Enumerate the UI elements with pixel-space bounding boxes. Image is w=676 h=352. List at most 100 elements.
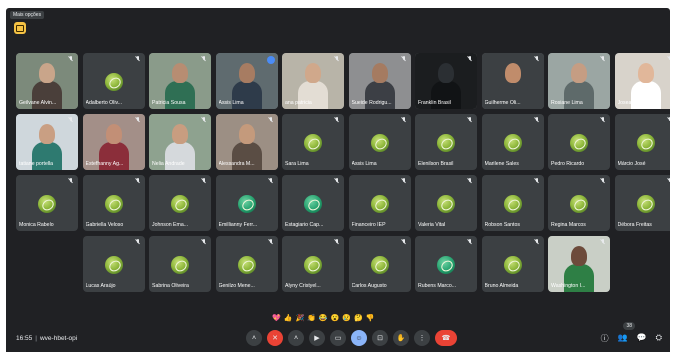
participant-tile[interactable]: Genilzo Mene... [215,236,278,292]
participant-tile[interactable]: Adalberto Oliv... [82,53,145,109]
participant-tile[interactable]: Gabriella Veloso [82,175,145,231]
mic-off-icon [202,239,207,245]
participant-name: Débora Freitas [617,222,652,228]
participant-name: Carlos Augusto [351,283,387,289]
people-icon[interactable]: 👥 [618,333,628,344]
participant-name: Robson Santos [484,222,520,228]
participant-tile[interactable]: Johnson Ema... [149,175,211,231]
info-icon[interactable]: ⓘ [601,333,609,344]
reaction-emoji[interactable]: 👍 [284,314,293,322]
reaction-emoji[interactable]: 👏 [307,314,316,322]
person-head [305,63,321,83]
reactions-button[interactable]: ☺ [351,330,367,346]
chat-icon[interactable]: 💬 [637,333,647,344]
reaction-emoji[interactable]: 💖 [272,314,281,322]
mic-off-icon [668,117,670,123]
participant-tile[interactable]: Estagiario Cap... [282,175,344,231]
participant-tile[interactable]: Estefhanny Ag... [82,114,145,170]
participant-tile[interactable]: Monica Rabelo [16,175,78,231]
meeting-time: 16:55 [16,335,33,342]
participant-tile[interactable]: Carlos Augusto [348,236,411,292]
reaction-emoji[interactable]: 😮 [331,314,340,322]
participant-tile[interactable]: Débora Freitas [614,175,670,231]
participant-tile[interactable]: Márcio José [614,114,670,170]
participant-tile[interactable]: Pedro Ricardo [548,114,610,170]
participant-name: Estefhanny Ag... [85,161,124,167]
raise-hand-button[interactable]: ✋ [393,330,409,346]
reaction-emoji[interactable]: 🤔 [354,314,363,322]
participant-tile[interactable]: Alyny Cristyel... [282,236,344,292]
mic-off-icon [269,239,274,245]
participant-tile[interactable]: Robson Santos [481,175,544,231]
camera-button[interactable]: ▶ [309,330,325,346]
mic-off-icon [468,56,473,62]
mic-off-icon [535,117,540,123]
avatar [38,195,56,213]
caret-button[interactable]: ˄ [246,330,262,346]
participant-tile[interactable]: Alessandra M... [215,114,278,170]
end-call-button[interactable]: ☎ [435,330,457,346]
reactions-bar: 💖 👍 🎉 👏 😂 😮 😢 🤔 👎 [272,314,374,322]
participant-tile[interactable]: Franklin Brasil [415,53,477,109]
mic-off-icon [335,178,340,184]
avatar [636,195,655,213]
participant-tile[interactable]: Rosiane Lima [548,53,610,109]
reaction-emoji[interactable]: 🎉 [295,314,304,322]
captions-button[interactable]: ▭ [330,330,346,346]
avatar [171,256,189,274]
participant-tile[interactable]: Assis Lima [348,114,411,170]
participant-tile[interactable]: Joseane Souza [614,53,670,109]
right-icons: ⓘ 👥 💬 ⛭ [601,333,662,344]
participant-tile[interactable]: Regina Marcos [548,175,610,231]
present-button[interactable]: ⊡ [372,330,388,346]
participant-name: Valeria Vital [418,222,446,228]
participant-name: Regina Marcos [551,222,586,228]
participant-tile[interactable]: Rubens Marco... [415,236,477,292]
participant-tile[interactable]: ana patricia [282,53,344,109]
participant-tile[interactable]: Sara Lima [282,114,344,170]
more-options-button[interactable] [14,22,26,34]
mic-off-icon [601,239,606,245]
mic-button[interactable]: ✕ [267,330,283,346]
meeting-meta: 16:55 | wve-hbet-opi [16,335,77,342]
avatar [503,134,522,152]
participant-tile[interactable]: Guilherme Oli... [481,53,544,109]
participant-tile[interactable]: Sueide Rodrigu... [348,53,411,109]
participant-tile[interactable]: Assis Lima [215,53,278,109]
participant-name: Marilene Sales [484,161,519,167]
reaction-emoji[interactable]: 👎 [366,314,375,322]
screenshot-frame: Mais opções Geilvane Alvin... Adalberto O… [0,0,676,352]
participant-name: Bruno Almeida [484,283,519,289]
activities-icon[interactable]: ⛭ [656,333,662,344]
avatar [171,195,189,213]
mic-off-icon [202,178,207,184]
meeting-code: wve-hbet-opi [39,335,78,342]
participant-name: Rubens Marco... [418,283,457,289]
person-head [504,63,521,83]
participant-tile[interactable]: Financeiro IEP [348,175,411,231]
participant-name: Adalberto Oliv... [85,100,123,106]
participant-tile[interactable]: Sabrina Oliveira [149,236,211,292]
participant-tile[interactable]: Lucas Araújo [82,236,145,292]
avatar [503,256,522,274]
participant-tile[interactable]: Bruno Almeida [481,236,544,292]
mic-off-icon [402,239,407,245]
participant-tile[interactable]: Elenilson Brasil [415,114,477,170]
reaction-emoji[interactable]: 😂 [319,314,328,322]
participant-name: Washington I... [551,283,586,289]
avatar [370,256,389,274]
participant-tile[interactable]: Geilvane Alvin... [16,53,78,109]
more-button[interactable]: ⋮ [414,330,430,346]
participant-tile[interactable]: Valeria Vital [415,175,477,231]
caret2-button[interactable]: ˄ [288,330,304,346]
participant-tile[interactable]: Nelia Andrade [149,114,211,170]
participant-tile[interactable]: Marilene Sales [481,114,544,170]
participant-name: Sara Lima [285,161,309,167]
participant-tile[interactable]: Washington I... [548,236,610,292]
person-head [39,63,55,83]
mic-off-icon [136,239,141,245]
participant-tile[interactable]: Patricia Sousa [149,53,211,109]
participant-tile[interactable]: tatiane portella [16,114,78,170]
participant-tile[interactable]: Emillianny Ferr... [215,175,278,231]
reaction-emoji[interactable]: 😢 [342,314,351,322]
